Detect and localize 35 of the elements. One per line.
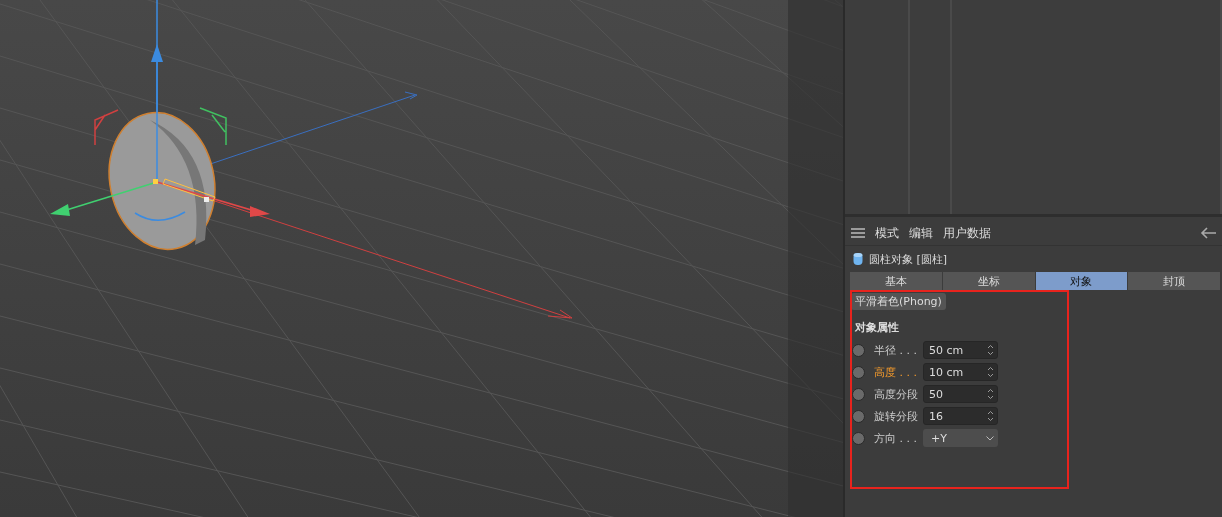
phong-button[interactable]: 平滑着色(Phong)	[851, 293, 946, 310]
cylinder-gizmo-drawing[interactable]	[50, 0, 573, 319]
number-field[interactable]: 50	[923, 385, 998, 403]
keyframe-dot[interactable]	[852, 365, 865, 379]
object-title: 圆柱对象 [圆柱]	[869, 251, 948, 267]
menu-icon[interactable]	[851, 228, 865, 238]
keyframe-dot[interactable]	[852, 387, 865, 401]
back-arrow-icon[interactable]	[1200, 227, 1216, 239]
field-label: 旋转分段	[874, 408, 919, 424]
number-field[interactable]: 16	[923, 407, 998, 425]
field-label: 高度分段	[874, 386, 919, 402]
number-field[interactable]: 50 cm	[923, 341, 998, 359]
keyframe-dot[interactable]	[852, 431, 865, 445]
spinner-arrows-icon[interactable]	[987, 388, 994, 400]
chevron-down-icon	[986, 435, 994, 441]
menu-item[interactable]: 编辑	[909, 224, 933, 242]
spinner-arrows-icon[interactable]	[987, 366, 994, 378]
dropdown[interactable]: +Y	[923, 429, 998, 447]
field-label: 方向 . . .	[874, 430, 918, 446]
tab[interactable]: 基本	[850, 272, 942, 290]
field-label: 半径 . . .	[874, 342, 918, 358]
keyframe-dot[interactable]	[852, 409, 865, 423]
tab[interactable]: 封顶	[1128, 272, 1220, 290]
menu-item[interactable]: 用户数据	[943, 224, 991, 242]
section-title: 对象属性	[855, 320, 899, 335]
keyframe-dot[interactable]	[852, 343, 865, 357]
floor-grid-drawing[interactable]	[0, 0, 843, 517]
menu-item[interactable]: 模式	[875, 224, 899, 242]
tab[interactable]: 坐标	[942, 272, 1035, 290]
field-label: 高度 . . .	[874, 364, 918, 380]
tab[interactable]: 对象	[1035, 272, 1128, 290]
spinner-arrows-icon[interactable]	[987, 410, 994, 422]
spinner-arrows-icon[interactable]	[987, 344, 994, 356]
number-field[interactable]: 10 cm	[923, 363, 998, 381]
cylinder-icon	[853, 252, 863, 266]
